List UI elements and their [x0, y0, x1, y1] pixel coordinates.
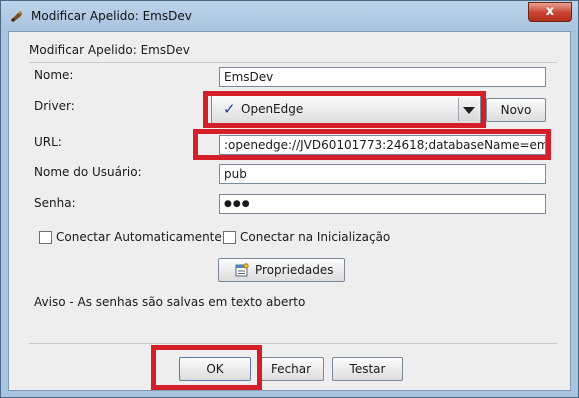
username-field[interactable]: pub [219, 164, 546, 184]
connect-on-start-label: Conectar na Inicialização [240, 230, 391, 244]
close-icon: x [545, 4, 555, 19]
divider [29, 62, 557, 63]
ok-button[interactable]: OK [179, 357, 251, 381]
dropdown-arrow-button[interactable] [458, 98, 478, 121]
password-field[interactable]: ●●● [219, 194, 546, 214]
password-warning: Aviso - As senhas são salvas em texto ab… [34, 295, 306, 309]
title-bar[interactable]: Modificar Apelido: EmsDev x [1, 1, 578, 31]
check-icon: ✓ [223, 100, 236, 118]
dialog-window: Modificar Apelido: EmsDev x Modificar Ap… [0, 0, 579, 398]
dialog-client-area: Modificar Apelido: EmsDev Nome: EmsDev D… [8, 31, 571, 391]
dialog-header: Modificar Apelido: EmsDev [29, 43, 190, 57]
url-label: URL: [34, 135, 62, 149]
driver-select-value: OpenEdge [241, 102, 304, 116]
password-label: Senha: [34, 196, 76, 210]
name-field[interactable]: EmsDev [219, 67, 546, 87]
test-button[interactable]: Testar [332, 357, 403, 381]
properties-button-label: Propriedades [255, 263, 334, 277]
url-field[interactable]: :openedge://JVD60101773:24618;databaseNa… [219, 135, 546, 155]
close-window-button[interactable]: x [528, 2, 572, 22]
driver-label: Driver: [34, 99, 75, 113]
name-label: Nome: [34, 68, 74, 82]
checkbox-box[interactable] [39, 231, 52, 244]
divider [29, 343, 557, 344]
username-label: Nome do Usuário: [34, 165, 142, 179]
new-driver-button[interactable]: Novo [486, 98, 546, 122]
close-button[interactable]: Fechar [258, 357, 324, 381]
auto-connect-label: Conectar Automaticamente [56, 230, 222, 244]
checkbox-box[interactable] [223, 231, 236, 244]
driver-select[interactable]: ✓ OpenEdge [211, 95, 481, 124]
window-title: Modificar Apelido: EmsDev [31, 9, 192, 23]
app-icon [11, 11, 22, 22]
chevron-down-icon [463, 107, 475, 114]
properties-icon [235, 263, 249, 277]
properties-button[interactable]: Propriedades [218, 258, 345, 282]
